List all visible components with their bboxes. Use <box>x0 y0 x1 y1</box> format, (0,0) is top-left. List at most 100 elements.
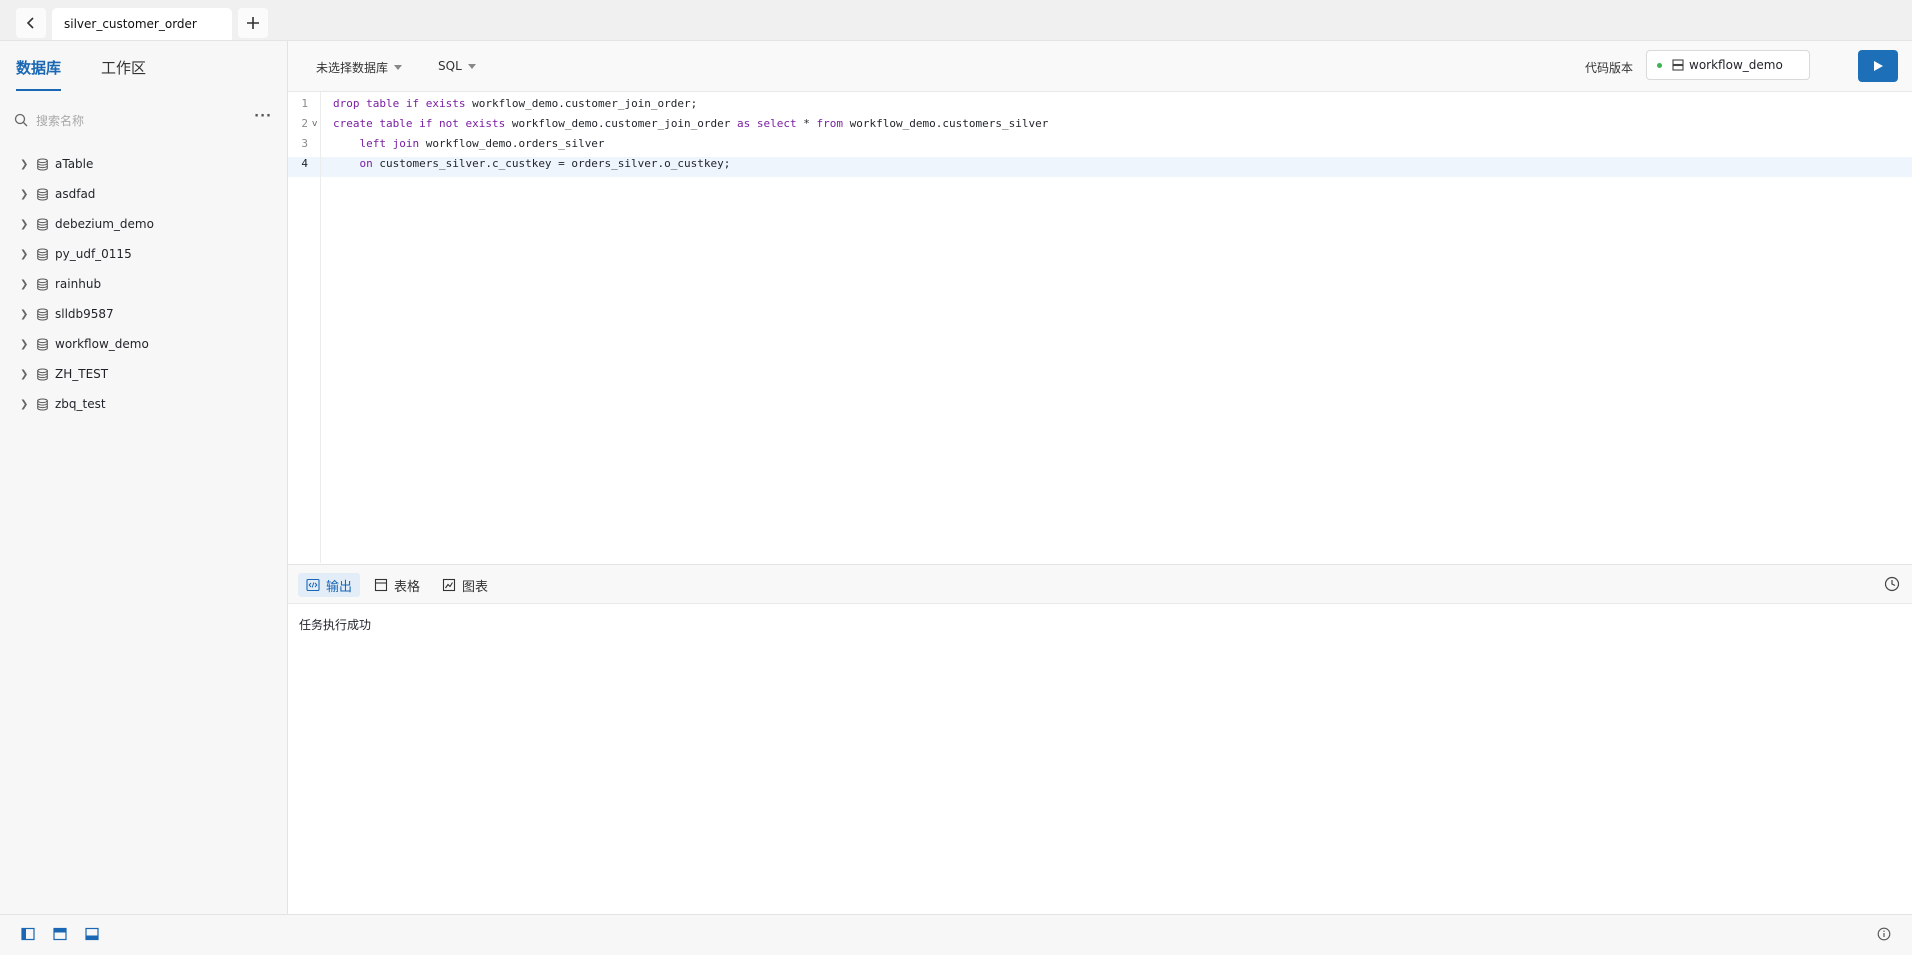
search-input[interactable]: 搜索名称 ··· <box>14 109 272 131</box>
server-icon <box>1672 59 1684 71</box>
tree-item-database[interactable]: ❯ py_udf_0115 <box>0 239 287 269</box>
tree-item-database[interactable]: ❯ ZH_TEST <box>0 359 287 389</box>
back-button[interactable] <box>16 8 46 38</box>
chart-icon <box>442 578 456 592</box>
tab-label: silver_customer_order <box>64 17 197 31</box>
output-text: 任务执行成功 <box>299 618 372 632</box>
tab-table[interactable]: 表格 <box>366 573 428 597</box>
code-line: create table if not exists workflow_demo… <box>333 117 1048 130</box>
status-bar <box>0 914 1912 955</box>
run-button[interactable] <box>1858 50 1898 82</box>
toggle-bottom-panel-button[interactable] <box>85 927 99 945</box>
code-keyword: if <box>419 117 433 130</box>
tree-item-database[interactable]: ❯ debezium_demo <box>0 209 287 239</box>
tree-item-label: debezium_demo <box>55 217 154 231</box>
database-tree: ❯ aTable ❯ asdfad ❯ debezium_demo ❯ py_udf_0115… <box>0 149 287 419</box>
code-keyword: create <box>333 117 373 130</box>
version-label: 代码版本 <box>1585 61 1634 75</box>
code-editor[interactable]: 1 2 3 4 v drop table if exists workflow_demo… <box>288 92 1912 563</box>
code-keyword: drop <box>333 97 360 110</box>
line-number: 4 <box>301 157 308 170</box>
layout-top-icon <box>53 927 67 941</box>
code-keyword: join <box>392 137 420 150</box>
database-icon <box>36 368 49 381</box>
fold-chevron-icon[interactable]: v <box>312 119 317 129</box>
database-icon <box>36 278 49 291</box>
chevron-right-icon: ❯ <box>20 278 29 290</box>
tree-item-database[interactable]: ❯ zbq_test <box>0 389 287 419</box>
code-line: drop table if exists workflow_demo.custo… <box>333 97 697 110</box>
code-line: on customers_silver.c_custkey = orders_s… <box>333 157 731 170</box>
more-icon[interactable]: ··· <box>254 109 272 124</box>
info-button[interactable] <box>1877 927 1891 945</box>
sidebar: 数据库 工作区 搜索名称 ··· ❯ aTable ❯ asdfad ❯ debezium… <box>0 41 288 914</box>
tree-item-database[interactable]: ❯ slldb9587 <box>0 299 287 329</box>
chevron-right-icon: ❯ <box>20 368 29 380</box>
line-number: 1 <box>301 97 308 110</box>
tree-item-label: rainhub <box>55 277 102 291</box>
tree-item-label: aTable <box>55 157 94 171</box>
tab-chart[interactable]: 图表 <box>434 573 496 597</box>
database-icon <box>36 158 49 171</box>
database-icon <box>36 308 49 321</box>
code-keyword: table <box>379 117 413 130</box>
database-select[interactable]: 未选择数据库 <box>316 59 403 76</box>
tree-item-database[interactable]: ❯ rainhub <box>0 269 287 299</box>
layout-bottom-icon <box>85 927 99 941</box>
code-keyword: left <box>359 137 387 150</box>
search-icon <box>14 113 28 127</box>
new-tab-button[interactable] <box>238 8 268 38</box>
tree-item-database[interactable]: ❯ asdfad <box>0 179 287 209</box>
play-icon <box>1874 61 1883 71</box>
code-icon <box>306 578 320 592</box>
code-keyword: exists <box>425 97 466 110</box>
tree-item-label: zbq_test <box>55 397 106 411</box>
code-keyword: as <box>737 117 751 130</box>
result-tabs: 输出 表格 图表 <box>288 564 1912 604</box>
tab-database[interactable]: 数据库 <box>16 57 62 91</box>
line-number: 3 <box>301 137 308 150</box>
code-text: * <box>796 117 817 130</box>
database-icon <box>36 188 49 201</box>
code-keyword: if <box>405 97 420 110</box>
language-select[interactable]: SQL <box>438 59 476 73</box>
code-text: workflow_demo.customers_silver <box>843 117 1049 130</box>
tree-item-database[interactable]: ❯ aTable <box>0 149 287 179</box>
sidebar-tabs: 数据库 工作区 <box>16 57 146 91</box>
caret-down-icon <box>467 63 476 69</box>
chevron-right-icon: ❯ <box>20 308 29 320</box>
code-keyword: exists <box>465 117 506 130</box>
toggle-sidebar-button[interactable] <box>21 927 35 945</box>
version-select[interactable]: workflow_demo <box>1646 50 1810 80</box>
toggle-top-panel-button[interactable] <box>53 927 67 945</box>
line-gutter: 1 2 3 4 v <box>288 92 321 563</box>
tab-silver-customer-order[interactable]: silver_customer_order <box>52 8 232 40</box>
editor-toolbar: 未选择数据库 SQL 代码版本 workflow_demo <box>288 41 1912 92</box>
chevron-right-icon: ❯ <box>20 188 29 200</box>
tree-item-label: workflow_demo <box>55 337 149 351</box>
search-placeholder: 搜索名称 <box>36 113 85 128</box>
info-icon <box>1877 927 1891 941</box>
tab-output[interactable]: 输出 <box>298 573 361 597</box>
tab-output-label: 输出 <box>326 579 353 595</box>
tree-item-label: asdfad <box>55 187 96 201</box>
tab-table-label: 表格 <box>394 579 421 595</box>
tab-workspace[interactable]: 工作区 <box>101 57 146 91</box>
history-button[interactable] <box>1884 576 1900 596</box>
database-icon <box>36 218 49 231</box>
code-line: left join workflow_demo.orders_silver <box>333 137 605 150</box>
tree-item-database[interactable]: ❯ workflow_demo <box>0 329 287 359</box>
layout-left-icon <box>21 927 35 941</box>
code-keyword: from <box>816 117 844 130</box>
database-icon <box>36 338 49 351</box>
code-keyword: table <box>366 97 400 110</box>
code-text: workflow_demo.orders_silver <box>419 137 605 150</box>
database-icon <box>36 248 49 261</box>
line-number: 2 <box>301 117 308 130</box>
